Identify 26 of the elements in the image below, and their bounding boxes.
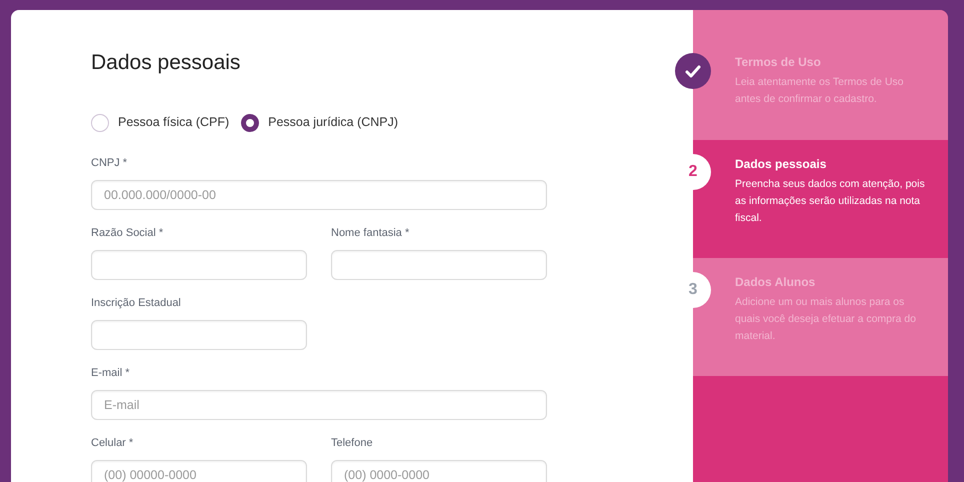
input-field[interactable]: (00) 00000-0000: [91, 460, 307, 482]
form-title: Dados pessoais: [91, 50, 242, 76]
radio-label: Pessoa jurídica (CNPJ): [268, 114, 398, 132]
input-field[interactable]: [91, 250, 307, 280]
step-title: Dados Alunos: [735, 275, 816, 290]
field-label: Inscrição Estadual: [91, 296, 181, 311]
field-label: Celular *: [91, 436, 134, 451]
field-label: E-mail *: [91, 366, 130, 381]
input-field[interactable]: (00) 0000-0000: [331, 460, 547, 482]
field-label: Telefone: [331, 436, 373, 451]
input-field[interactable]: [331, 250, 547, 280]
input-field[interactable]: E-mail: [91, 390, 547, 420]
step-description: Leia atentamente os Termos de Uso antes de confirmar o cadastro.: [735, 75, 904, 108]
step-description: Preencha seus dados com atenção, pois as informações serão utilizadas na nota fiscal.: [735, 177, 926, 226]
input-field[interactable]: [91, 320, 307, 350]
input-field[interactable]: 00.000.000/0000-00: [91, 180, 547, 210]
radio-option[interactable]: Pessoa física (CPF): [91, 113, 230, 132]
radio-option[interactable]: Pessoa jurídica (CNPJ): [241, 113, 398, 132]
radio-icon[interactable]: [241, 114, 260, 132]
step-title: Termos de Uso: [735, 55, 822, 70]
step-description: Adicione um ou mais alunos para os quais você deseja efetuar a compra do material.: [735, 295, 917, 344]
step-title: Dados pessoais: [735, 157, 828, 172]
radio-label: Pessoa física (CPF): [118, 114, 230, 132]
field-label: CNPJ *: [91, 156, 128, 171]
field-label: Nome fantasia *: [331, 226, 410, 241]
field-label: Razão Social *: [91, 226, 164, 241]
